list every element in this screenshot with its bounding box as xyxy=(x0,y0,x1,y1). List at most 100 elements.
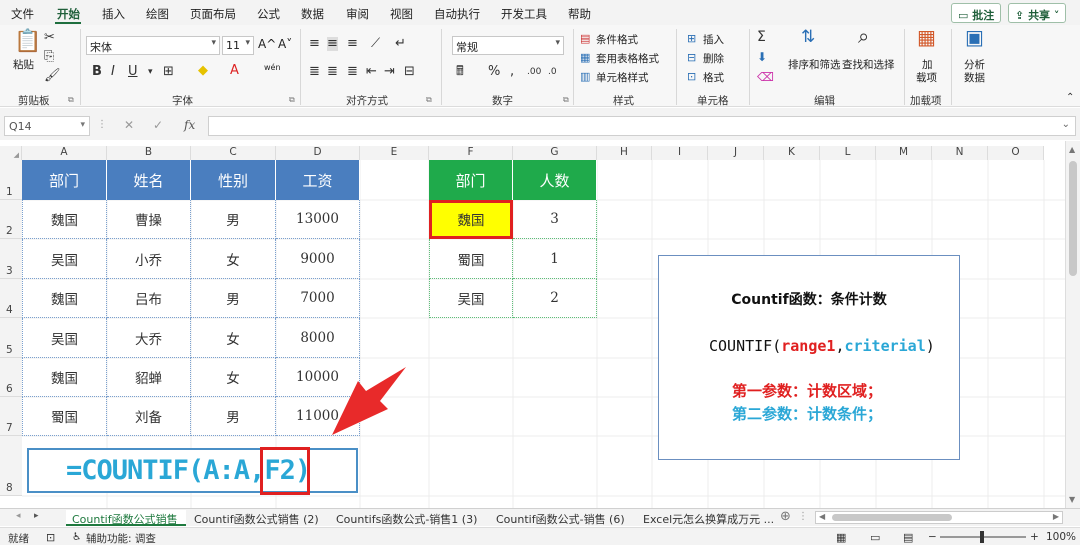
zoom-in-icon[interactable]: + xyxy=(1030,531,1039,543)
page-layout-view-icon[interactable]: ▭ xyxy=(870,531,880,544)
page-break-view-icon[interactable]: ▤ xyxy=(903,531,913,544)
format-cells-icon[interactable]: ⊡ xyxy=(687,70,696,84)
table-cell[interactable]: 吴国 xyxy=(22,239,107,279)
font-name-dropdown[interactable]: 宋体 ▾ xyxy=(86,36,220,55)
table-cell[interactable]: 8000 xyxy=(276,318,360,358)
menu-home[interactable]: 开始 xyxy=(57,6,80,22)
font-size-dropdown[interactable]: 11 ▾ xyxy=(222,36,254,55)
align-top-icon[interactable]: ≡ xyxy=(309,37,320,51)
font-color-icon[interactable]: A xyxy=(230,64,239,78)
cell-styles-button[interactable]: 单元格样式 xyxy=(596,70,649,85)
menu-formulas[interactable]: 公式 xyxy=(257,6,280,22)
alignment-launcher-icon[interactable]: ⧉ xyxy=(426,95,432,105)
fill-icon[interactable]: ⬇ xyxy=(757,50,767,64)
align-left-icon[interactable]: ≣ xyxy=(309,65,320,79)
number-launcher-icon[interactable]: ⧉ xyxy=(563,95,569,105)
menu-data[interactable]: 数据 xyxy=(301,6,324,22)
scroll-left-icon[interactable]: ◀ xyxy=(819,512,825,521)
table-cell[interactable]: 吕布 xyxy=(107,279,191,318)
menu-automate[interactable]: 自动执行 xyxy=(434,6,480,22)
accounting-format-icon[interactable]: 🖩 xyxy=(456,65,464,79)
count-table-cell[interactable]: 3 xyxy=(513,200,597,239)
menu-file[interactable]: 文件 xyxy=(11,6,34,22)
vertical-scrollbar[interactable]: ▲ ▼ xyxy=(1065,141,1080,509)
font-launcher-icon[interactable]: ⧉ xyxy=(289,95,295,105)
macro-record-icon[interactable]: ⊡ xyxy=(46,531,55,544)
wrap-text-icon[interactable]: ↵ xyxy=(395,37,406,51)
count-table-header-cell[interactable]: 人数 xyxy=(513,160,597,200)
count-table-header-cell[interactable]: 部门 xyxy=(429,160,513,200)
find-select-icon[interactable]: ⌕ xyxy=(858,26,869,46)
sort-filter-icon[interactable]: ⇅ xyxy=(801,29,815,46)
add-sheet-icon[interactable]: ⊕ xyxy=(780,509,791,524)
zoom-slider[interactable] xyxy=(940,531,1026,543)
insert-function-button[interactable]: fx xyxy=(184,118,195,132)
table-cell[interactable]: 吴国 xyxy=(22,318,107,358)
table-cell[interactable]: 魏国 xyxy=(22,279,107,318)
vertical-scroll-thumb[interactable] xyxy=(1069,161,1077,276)
clipboard-launcher-icon[interactable]: ⧉ xyxy=(68,95,74,105)
table-cell[interactable]: 大乔 xyxy=(107,318,191,358)
borders-icon[interactable]: ⊞ xyxy=(163,65,174,79)
count-table-cell[interactable]: 2 xyxy=(513,279,597,318)
table-cell[interactable]: 刘备 xyxy=(107,397,191,436)
menu-insert[interactable]: 插入 xyxy=(102,6,125,22)
highlighted-criteria-cell[interactable]: 魏国 xyxy=(429,200,513,239)
addins-icon[interactable]: ▦ xyxy=(917,27,936,47)
table-header-cell[interactable]: 工资 xyxy=(276,160,360,200)
fill-color-icon[interactable]: ◆ xyxy=(198,64,208,78)
count-table-cell[interactable]: 1 xyxy=(513,239,597,279)
formula-input[interactable]: ⌄ xyxy=(208,116,1076,136)
zoom-out-icon[interactable]: − xyxy=(928,531,937,543)
table-cell[interactable]: 女 xyxy=(191,318,276,358)
align-middle-icon[interactable]: ≡ xyxy=(327,37,338,51)
table-cell[interactable]: 女 xyxy=(191,358,276,397)
cut-icon[interactable]: ✂ xyxy=(44,31,55,45)
table-cell[interactable]: 男 xyxy=(191,397,276,436)
autosum-icon[interactable]: Σ xyxy=(757,30,766,44)
menu-developer[interactable]: 开发工具 xyxy=(501,6,547,22)
decrease-indent-icon[interactable]: ⇤ xyxy=(366,65,377,79)
drag-handle-icon[interactable]: ⋮ xyxy=(97,119,107,130)
accessibility-status[interactable]: 辅助功能: 调查 xyxy=(86,531,156,545)
count-table-cell[interactable]: 吴国 xyxy=(429,279,513,318)
shrink-font-icon[interactable]: A˅ xyxy=(278,37,292,51)
horizontal-scrollbar[interactable]: ◀ ▶ xyxy=(815,511,1063,524)
paste-label[interactable]: 粘贴 xyxy=(13,57,34,72)
sheet-tab[interactable]: Countif函数公式销售 (2) xyxy=(194,510,319,526)
table-cell[interactable]: 魏国 xyxy=(22,200,107,239)
comma-style-icon[interactable]: , xyxy=(510,65,514,79)
format-painter-icon[interactable]: 🖌 xyxy=(44,69,61,83)
conditional-format-icon[interactable]: ▤ xyxy=(580,32,590,46)
table-cell[interactable]: 魏国 xyxy=(22,358,107,397)
delete-cells-icon[interactable]: ⊟ xyxy=(687,51,696,65)
orientation-icon[interactable]: ⟋ xyxy=(371,37,380,51)
table-cell[interactable]: 曹操 xyxy=(107,200,191,239)
horizontal-scroll-thumb[interactable] xyxy=(832,514,952,521)
table-cell[interactable]: 蜀国 xyxy=(22,397,107,436)
find-select-button[interactable]: 查找和选择 xyxy=(842,57,895,72)
sort-filter-button[interactable]: 排序和筛选 xyxy=(788,57,841,72)
phonetic-icon[interactable]: wén xyxy=(264,63,281,72)
cancel-icon[interactable]: ✕ xyxy=(124,118,134,132)
clear-icon[interactable]: ⌫ xyxy=(757,70,774,84)
merge-center-icon[interactable]: ⊟ xyxy=(404,65,415,79)
tab-split-handle-icon[interactable]: ⋮ xyxy=(798,511,808,522)
scroll-up-icon[interactable]: ▲ xyxy=(1069,145,1075,154)
increase-decimal-icon[interactable]: .00 xyxy=(527,65,541,79)
align-bottom-icon[interactable]: ≡ xyxy=(347,37,358,51)
menu-draw[interactable]: 绘图 xyxy=(146,6,169,22)
worksheet-grid[interactable]: ◢ ABCDEFGHIJKLMNO 12345678 部门 姓名 性别 工资 魏国 曹操男… xyxy=(0,141,1080,509)
enter-icon[interactable]: ✓ xyxy=(153,118,163,132)
sheet-tab[interactable]: Countif函数公式-销售 (6) xyxy=(496,510,625,526)
analyze-data-icon[interactable]: ▣ xyxy=(965,27,984,47)
table-header-cell[interactable]: 姓名 xyxy=(107,160,191,200)
menu-view[interactable]: 视图 xyxy=(390,6,413,22)
prev-sheet-icon[interactable]: ◂ xyxy=(16,511,21,521)
italic-icon[interactable]: I xyxy=(111,65,115,79)
zoom-level[interactable]: 100% xyxy=(1046,531,1076,543)
paste-icon[interactable]: 📋 xyxy=(14,31,41,53)
cell-styles-icon[interactable]: ▥ xyxy=(580,70,590,84)
menu-page-layout[interactable]: 页面布局 xyxy=(190,6,236,22)
number-format-dropdown[interactable]: 常规 ▾ xyxy=(452,36,564,55)
